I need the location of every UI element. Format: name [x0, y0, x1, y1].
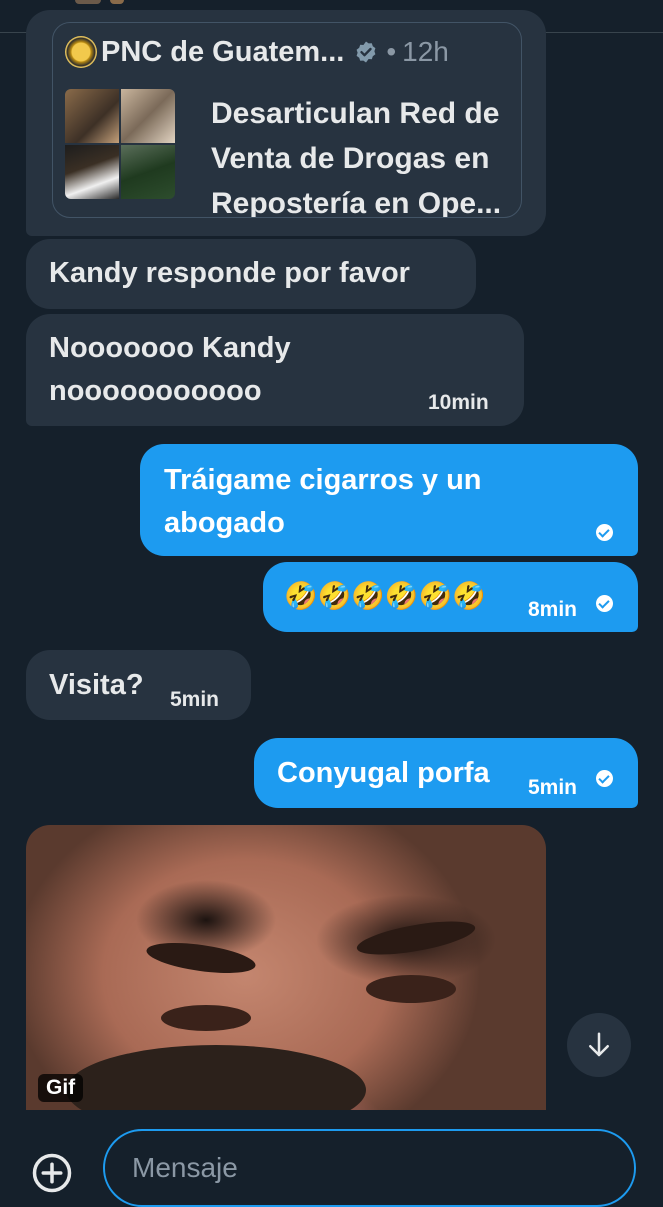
plus-circle-icon[interactable] [31, 1152, 73, 1194]
header-avatar-fragment [110, 0, 124, 4]
message-text: Conyugal porfa [277, 757, 490, 789]
gif-frame-detail [144, 937, 258, 979]
message-input[interactable] [103, 1129, 636, 1207]
message-timestamp: 8min [528, 598, 578, 621]
message-timestamp: 10min [428, 391, 489, 414]
post-image-grid [65, 89, 175, 199]
post-image [121, 145, 175, 199]
sent-message[interactable]: Tráigame cigarros y un abogado [140, 444, 638, 556]
message-text: Visita? [49, 669, 144, 701]
verified-badge-icon [356, 41, 376, 63]
post-time-separator: • [386, 36, 397, 67]
sent-message[interactable]: Conyugal porfa 5min [254, 738, 638, 808]
scroll-to-bottom-button[interactable] [567, 1013, 631, 1077]
message-timestamp: 5min [528, 776, 578, 799]
gif-frame-detail [161, 1005, 251, 1031]
gif-message[interactable]: Gif [26, 825, 546, 1110]
received-message[interactable]: Visita? 5min [26, 650, 251, 720]
message-text-line: abogado [164, 507, 285, 539]
message-text-line: Tráigame cigarros y un [164, 464, 482, 496]
author-avatar [65, 36, 97, 68]
header-avatar-fragment [75, 0, 101, 4]
post-timestamp: 12h [402, 36, 449, 67]
message-text-line: Nooooooo Kandy [49, 332, 291, 364]
post-author-name: PNC de Guatem... [101, 35, 345, 68]
gif-frame-detail [354, 914, 478, 962]
post-image [121, 89, 175, 143]
message-text: Kandy responde por favor [49, 257, 410, 289]
post-image [65, 145, 119, 199]
received-message[interactable]: Nooooooo Kandy nooooooooooo 10min [26, 314, 524, 426]
check-circle-icon [596, 595, 613, 612]
post-image [65, 89, 119, 143]
sent-message[interactable]: 🤣🤣🤣🤣🤣🤣 8min [263, 562, 638, 632]
shared-post-card[interactable]: PNC de Guatem... • 12h Desarticulan Red … [52, 22, 522, 218]
gif-frame-detail [66, 1045, 366, 1110]
message-emoji-text: 🤣🤣🤣🤣🤣🤣 [284, 581, 486, 612]
check-circle-icon [596, 770, 613, 787]
post-header: PNC de Guatem... • 12h [65, 35, 449, 69]
gif-badge: Gif [38, 1074, 84, 1102]
post-title: Desarticulan Red de Venta de Drogas en R… [211, 97, 502, 218]
arrow-down-icon [589, 1032, 609, 1057]
gif-frame-detail [366, 975, 456, 1003]
message-composer [0, 1112, 663, 1207]
received-message[interactable]: Kandy responde por favor [26, 239, 476, 309]
message-timestamp: 5min [170, 688, 220, 711]
check-circle-icon [596, 524, 613, 541]
shared-post-message[interactable]: PNC de Guatem... • 12h Desarticulan Red … [26, 10, 546, 236]
